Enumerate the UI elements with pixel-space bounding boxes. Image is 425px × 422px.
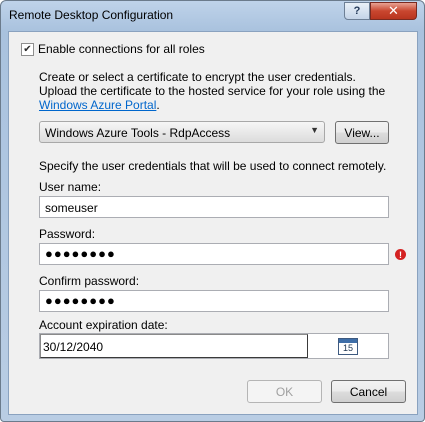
chevron-down-icon: ▼ <box>310 125 319 135</box>
view-certificate-button[interactable]: View... <box>335 121 389 144</box>
enable-connections-checkbox[interactable]: ✔ <box>21 43 34 56</box>
username-value: someuser <box>45 201 98 215</box>
confirm-password-label: Confirm password: <box>39 274 140 288</box>
azure-portal-link[interactable]: Windows Azure Portal <box>39 98 156 112</box>
confirm-password-value: ●●●●●●●● <box>45 293 116 308</box>
password-field[interactable]: ●●●●●●●● <box>39 243 389 265</box>
expiration-date-label: Account expiration date: <box>39 318 168 332</box>
calendar-icon[interactable]: 15 <box>338 338 358 355</box>
window-title: Remote Desktop Configuration <box>9 8 174 22</box>
link-period: . <box>156 98 160 112</box>
password-label: Password: <box>39 227 96 241</box>
expiration-date-value: 30/12/2040 <box>43 340 104 354</box>
help-button[interactable]: ? <box>344 2 370 20</box>
username-label: User name: <box>39 180 102 194</box>
dialog-window: Remote Desktop Configuration ? ✕ ✔ Enabl… <box>0 0 425 422</box>
close-button[interactable]: ✕ <box>370 2 417 20</box>
enable-connections-label[interactable]: Enable connections for all roles <box>38 42 205 56</box>
password-value: ●●●●●●●● <box>45 246 116 261</box>
certificate-selected-value: Windows Azure Tools - RdpAccess <box>45 126 231 140</box>
error-icon: ! <box>395 249 406 260</box>
credentials-intro: Specify the user credentials that will b… <box>39 159 387 173</box>
certificate-dropdown[interactable]: Windows Azure Tools - RdpAccess ▼ <box>39 121 325 143</box>
certificate-description-line1: Create or select a certificate to encryp… <box>39 70 356 84</box>
certificate-description-line2: Upload the certificate to the hosted ser… <box>39 84 386 98</box>
ok-button[interactable]: OK <box>247 380 322 403</box>
cancel-button[interactable]: Cancel <box>331 380 406 403</box>
dialog-body: ✔ Enable connections for all roles Creat… <box>8 31 418 415</box>
calendar-day: 15 <box>342 343 353 353</box>
expiration-date-picker: 30/12/2040 15 <box>39 333 389 359</box>
confirm-password-field[interactable]: ●●●●●●●● <box>39 290 389 312</box>
expiration-date-input[interactable]: 30/12/2040 <box>40 334 308 358</box>
certificate-description: Create or select a certificate to encryp… <box>39 70 409 112</box>
title-bar[interactable]: Remote Desktop Configuration ? ✕ <box>1 1 424 29</box>
username-field[interactable]: someuser <box>39 196 389 218</box>
